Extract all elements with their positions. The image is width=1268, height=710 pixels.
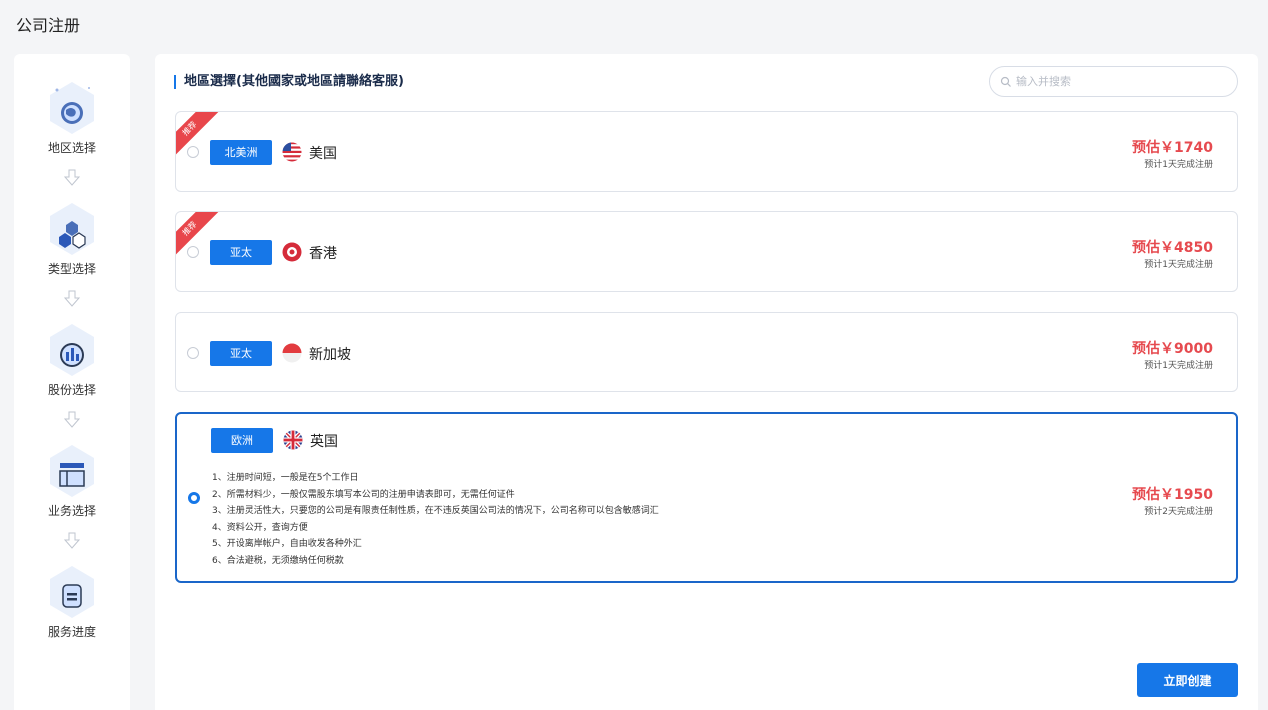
step-label: 股份选择: [47, 383, 96, 397]
region-option-uk[interactable]: 欧洲 英国 1、注册时间短，一般是在5个工作日 2、所需材料少，一般仅需股东填写…: [175, 412, 1238, 583]
region-tag: 欧洲: [211, 428, 273, 453]
price-estimate: 预估￥1740: [1132, 140, 1213, 156]
country-name: 香港: [309, 246, 337, 262]
create-now-button[interactable]: 立即创建: [1137, 663, 1238, 697]
region-option-us[interactable]: 推荐 北美洲 美国 预估￥1740 预计1天完成注册: [175, 111, 1238, 192]
feature-item: 1、注册时间短，一般是在5个工作日: [212, 473, 359, 483]
price-estimate: 预估￥1950: [1132, 487, 1213, 503]
step-label: 业务选择: [47, 504, 96, 518]
duration-estimate: 预计2天完成注册: [1144, 507, 1213, 517]
region-tag: 亚太: [210, 240, 272, 265]
section-title: 地區選擇(其他國家或地區請聯絡客服): [174, 75, 404, 89]
arrow-down-icon: [63, 169, 81, 186]
duration-estimate: 预计1天完成注册: [1144, 260, 1213, 270]
price-estimate: 预估￥4850: [1132, 240, 1213, 256]
feature-item: 4、资料公开，查询方便: [212, 522, 308, 533]
arrow-down-icon: [63, 532, 81, 549]
cubes-icon: [47, 201, 97, 257]
step-label: 地区选择: [47, 141, 96, 155]
country-name: 新加坡: [309, 347, 351, 363]
feature-item: 5、开设离岸帐户，自由收发各种外汇: [212, 539, 362, 549]
duration-estimate: 预计1天完成注册: [1144, 160, 1213, 170]
feature-item: 6、合法避税，无须缴纳任何税款: [212, 555, 344, 566]
option-radio[interactable]: [188, 492, 200, 504]
region-option-hk[interactable]: 推荐 亚太 香港 预估￥4850 预计1天完成注册: [175, 211, 1238, 292]
globe-icon: [47, 80, 97, 136]
feature-item: 3、注册灵活性大，只要您的公司是有限责任制性质，在不违反英国公司法的情况下，公司…: [212, 506, 659, 516]
step-type[interactable]: 类型选择: [14, 201, 130, 277]
step-sidebar: 地区选择 类型选择 股份选择 业务选择 服务进度: [14, 54, 130, 710]
country-name: 英国: [310, 434, 338, 450]
option-radio[interactable]: [187, 246, 199, 258]
step-business[interactable]: 业务选择: [14, 443, 130, 519]
step-shares[interactable]: 股份选择: [14, 322, 130, 398]
step-region[interactable]: 地区选择: [14, 80, 130, 156]
feature-list: 1、注册时间短，一般是在5个工作日 2、所需材料少，一般仅需股东填写本公司的注册…: [212, 470, 659, 569]
feature-item: 2、所需材料少，一般仅需股东填写本公司的注册申请表即可，无需任何证件: [212, 489, 515, 500]
duration-estimate: 预计1天完成注册: [1144, 361, 1213, 371]
search-icon: [1000, 76, 1011, 87]
price-estimate: 预估￥9000: [1132, 341, 1213, 357]
step-label: 类型选择: [47, 262, 96, 276]
bar-chart-icon: [47, 322, 97, 378]
hk-flag-icon: [282, 242, 302, 262]
country-name: 美国: [309, 146, 337, 162]
us-flag-icon: [282, 142, 302, 162]
document-icon: [47, 564, 97, 620]
arrow-down-icon: [63, 411, 81, 428]
region-selection-panel: 地區選擇(其他國家或地區請聯絡客服) 推荐 北美洲 美国 预估￥1740 预计1…: [155, 54, 1258, 710]
region-tag: 北美洲: [210, 140, 272, 165]
region-tag: 亚太: [210, 341, 272, 366]
region-option-sg[interactable]: 亚太 新加坡 预估￥9000 预计1天完成注册: [175, 312, 1238, 392]
search-input[interactable]: [1016, 75, 1216, 88]
page-title: 公司注册: [16, 16, 81, 35]
search-box[interactable]: [989, 66, 1238, 97]
step-label: 服务进度: [47, 625, 96, 639]
uk-flag-icon: [283, 430, 303, 450]
option-radio[interactable]: [187, 146, 199, 158]
option-radio[interactable]: [187, 347, 199, 359]
layout-icon: [47, 443, 97, 499]
arrow-down-icon: [63, 290, 81, 307]
sg-flag-icon: [282, 343, 302, 363]
step-progress[interactable]: 服务进度: [14, 564, 130, 640]
